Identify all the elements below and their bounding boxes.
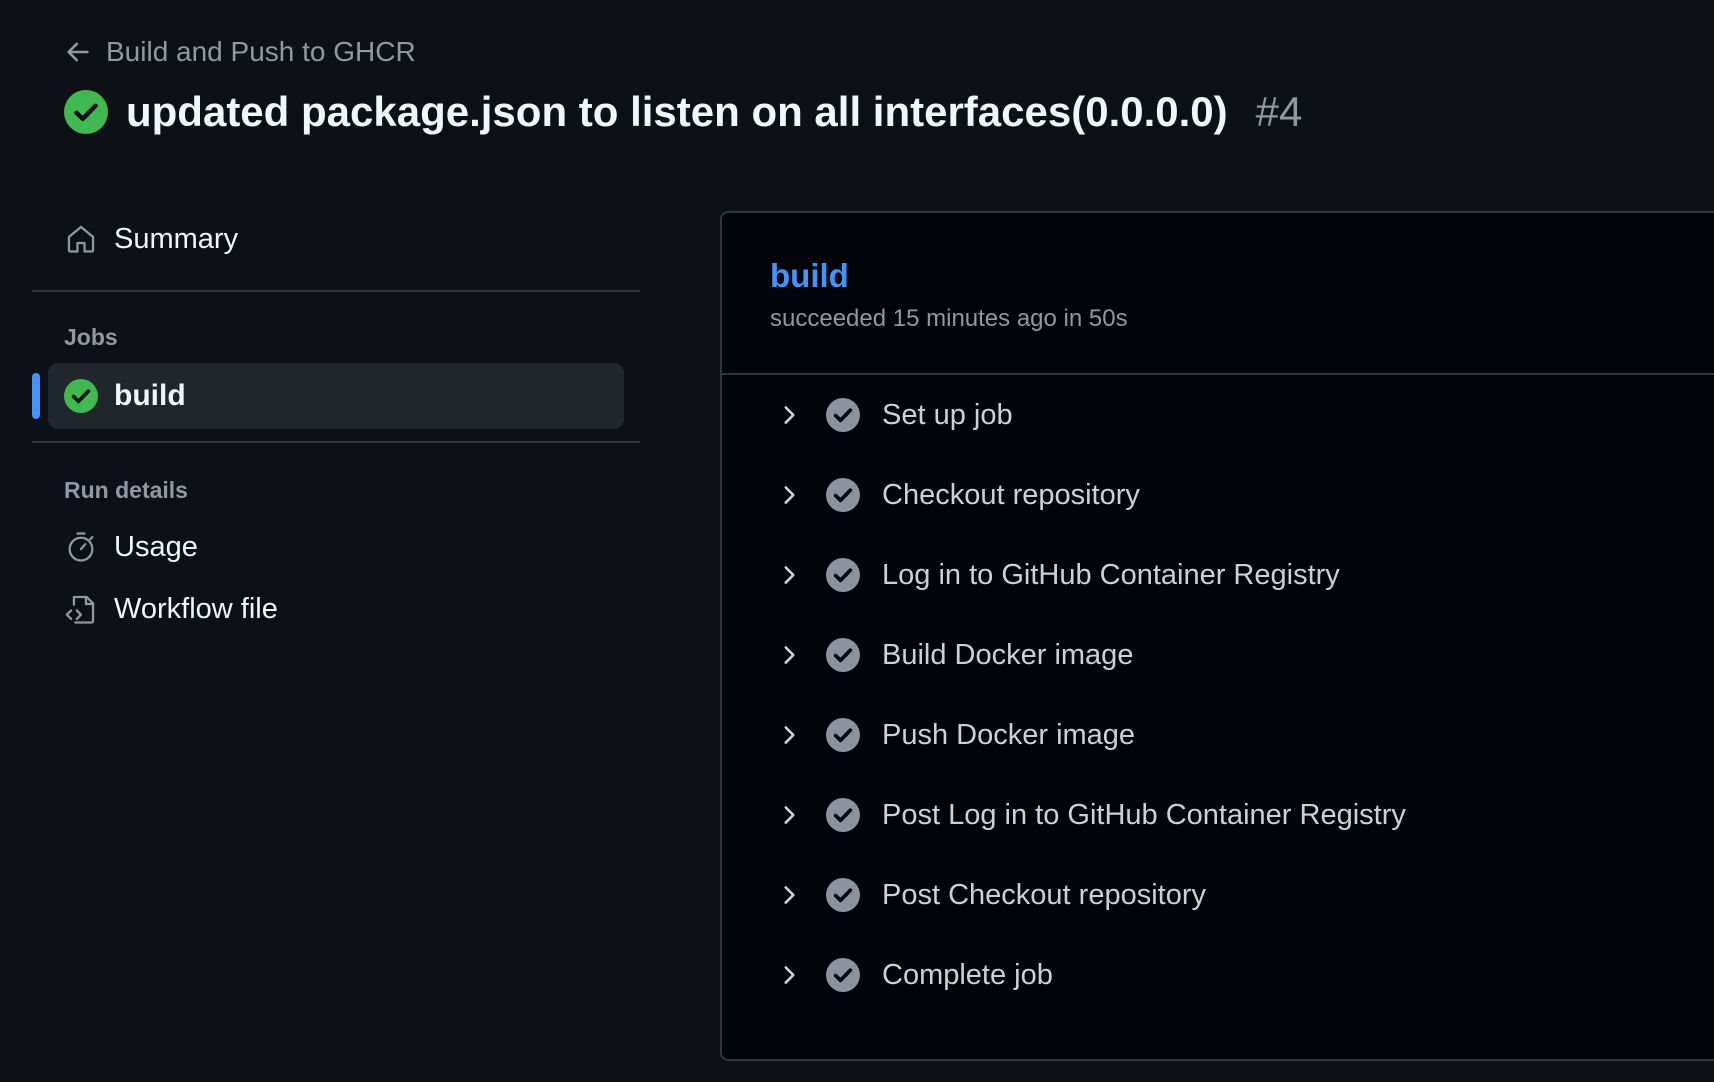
step-success-icon — [826, 958, 860, 992]
back-link-label: Build and Push to GHCR — [106, 36, 416, 67]
page-title: updated package.json to listen on all in… — [64, 88, 1302, 136]
sidebar-item-workflow-file[interactable]: Workflow file — [32, 578, 640, 640]
arrow-left-icon — [67, 42, 89, 62]
chevron-right-icon — [784, 726, 795, 744]
step-build-docker-image[interactable]: Build Docker image — [722, 615, 1714, 695]
sidebar-job-build[interactable]: build — [32, 363, 624, 429]
step-checkout-repository[interactable]: Checkout repository — [722, 455, 1714, 535]
run-number: #4 — [1255, 88, 1303, 135]
step-label: Push Docker image — [882, 718, 1136, 751]
job-label: build — [114, 379, 186, 412]
workflow-run-page: Build and Push to GHCR updated package.j… — [0, 0, 1714, 1082]
sidebar-item-label: Summary — [114, 222, 239, 255]
chevron-right-icon — [784, 406, 795, 424]
sidebar-item-label: Usage — [114, 530, 198, 563]
step-post-checkout-repository[interactable]: Post Checkout repository — [722, 855, 1714, 935]
chevron-right-icon — [784, 646, 795, 664]
step-set-up-job[interactable]: Set up job — [722, 375, 1714, 455]
step-label: Post Log in to GitHub Container Registry — [882, 798, 1406, 831]
sidebar-item-label: Workflow file — [114, 592, 278, 625]
back-to-workflow-link[interactable]: Build and Push to GHCR — [64, 36, 416, 68]
chevron-right-icon — [784, 966, 795, 984]
jobs-heading: Jobs — [64, 324, 118, 350]
step-complete-job[interactable]: Complete job — [722, 935, 1714, 1015]
step-success-icon — [826, 638, 860, 672]
chevron-right-icon — [784, 486, 795, 504]
run-title-text: updated package.json to listen on all in… — [126, 88, 1228, 135]
step-label: Checkout repository — [882, 478, 1140, 511]
step-label: Set up job — [882, 398, 1013, 431]
stopwatch-icon — [68, 532, 94, 562]
step-label: Log in to GitHub Container Registry — [882, 558, 1340, 591]
chevron-right-icon — [784, 566, 795, 584]
step-post-log-in-ghcr[interactable]: Post Log in to GitHub Container Registry — [722, 775, 1714, 855]
step-push-docker-image[interactable]: Push Docker image — [722, 695, 1714, 775]
step-label: Complete job — [882, 958, 1053, 991]
sidebar-divider — [32, 290, 640, 292]
job-status-text: succeeded 15 minutes ago in 50s — [770, 305, 1128, 332]
job-panel-header: build succeeded 15 minutes ago in 50s — [722, 213, 1714, 375]
step-success-icon — [826, 398, 860, 432]
step-success-icon — [826, 718, 860, 752]
job-panel: build succeeded 15 minutes ago in 50s Se… — [720, 211, 1714, 1061]
run-details-heading: Run details — [64, 477, 188, 503]
run-sidebar: Summary Jobs build Run details Usage Wor… — [32, 208, 640, 640]
active-indicator — [32, 373, 40, 419]
home-icon — [67, 225, 95, 253]
step-label: Post Checkout repository — [882, 878, 1206, 911]
success-check-icon — [64, 90, 108, 134]
job-name-link[interactable]: build — [770, 257, 849, 295]
step-success-icon — [826, 798, 860, 832]
sidebar-item-usage[interactable]: Usage — [32, 516, 640, 578]
chevron-right-icon — [784, 806, 795, 824]
step-success-icon — [826, 878, 860, 912]
file-code-icon — [65, 595, 95, 624]
job-steps-list: Set up job Checkout repository Log in to… — [722, 375, 1714, 1015]
sidebar-item-summary[interactable]: Summary — [32, 208, 640, 270]
step-log-in-ghcr[interactable]: Log in to GitHub Container Registry — [722, 535, 1714, 615]
sidebar-divider — [32, 441, 640, 443]
step-label: Build Docker image — [882, 638, 1134, 671]
step-success-icon — [826, 558, 860, 592]
step-success-icon — [826, 478, 860, 512]
chevron-right-icon — [784, 886, 795, 904]
success-check-icon — [64, 379, 98, 413]
